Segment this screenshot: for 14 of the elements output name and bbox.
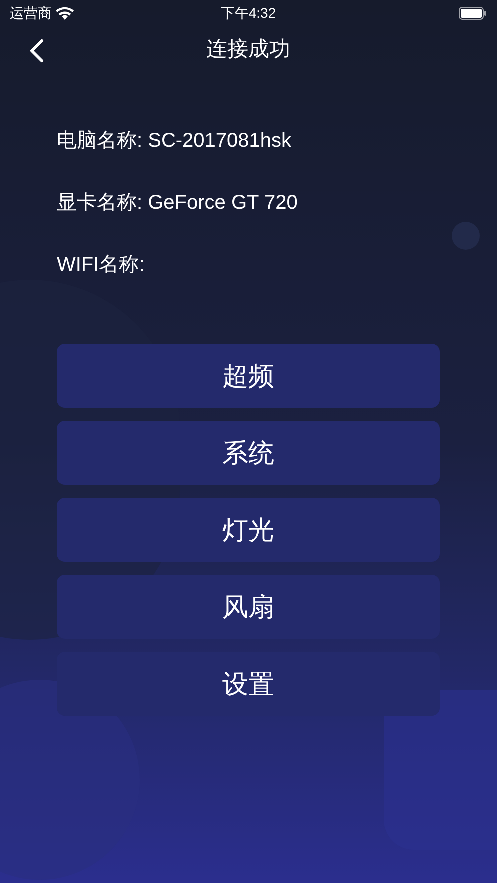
info-line: WIFI名称: [57,253,146,277]
screen-title: 连接成功 [206,37,290,64]
menu-button[interactable]: 灯光 [57,498,440,562]
menu-button[interactable]: 设置 [57,652,440,716]
menu-button[interactable]: 超频 [57,344,440,408]
menu-button[interactable]: 风扇 [57,575,440,639]
back-icon [30,39,44,63]
menu-button[interactable]: 系统 [57,421,440,485]
info-line: 电脑名称: SC-2017081hsk [57,129,293,153]
wifi-icon [56,6,74,20]
carrier-name: 运营商 [10,4,52,22]
status-time: 下午4:32 [220,4,278,22]
battery-icon [459,6,487,20]
info-line: 显卡名称: GeForce GT 720 [57,191,299,215]
